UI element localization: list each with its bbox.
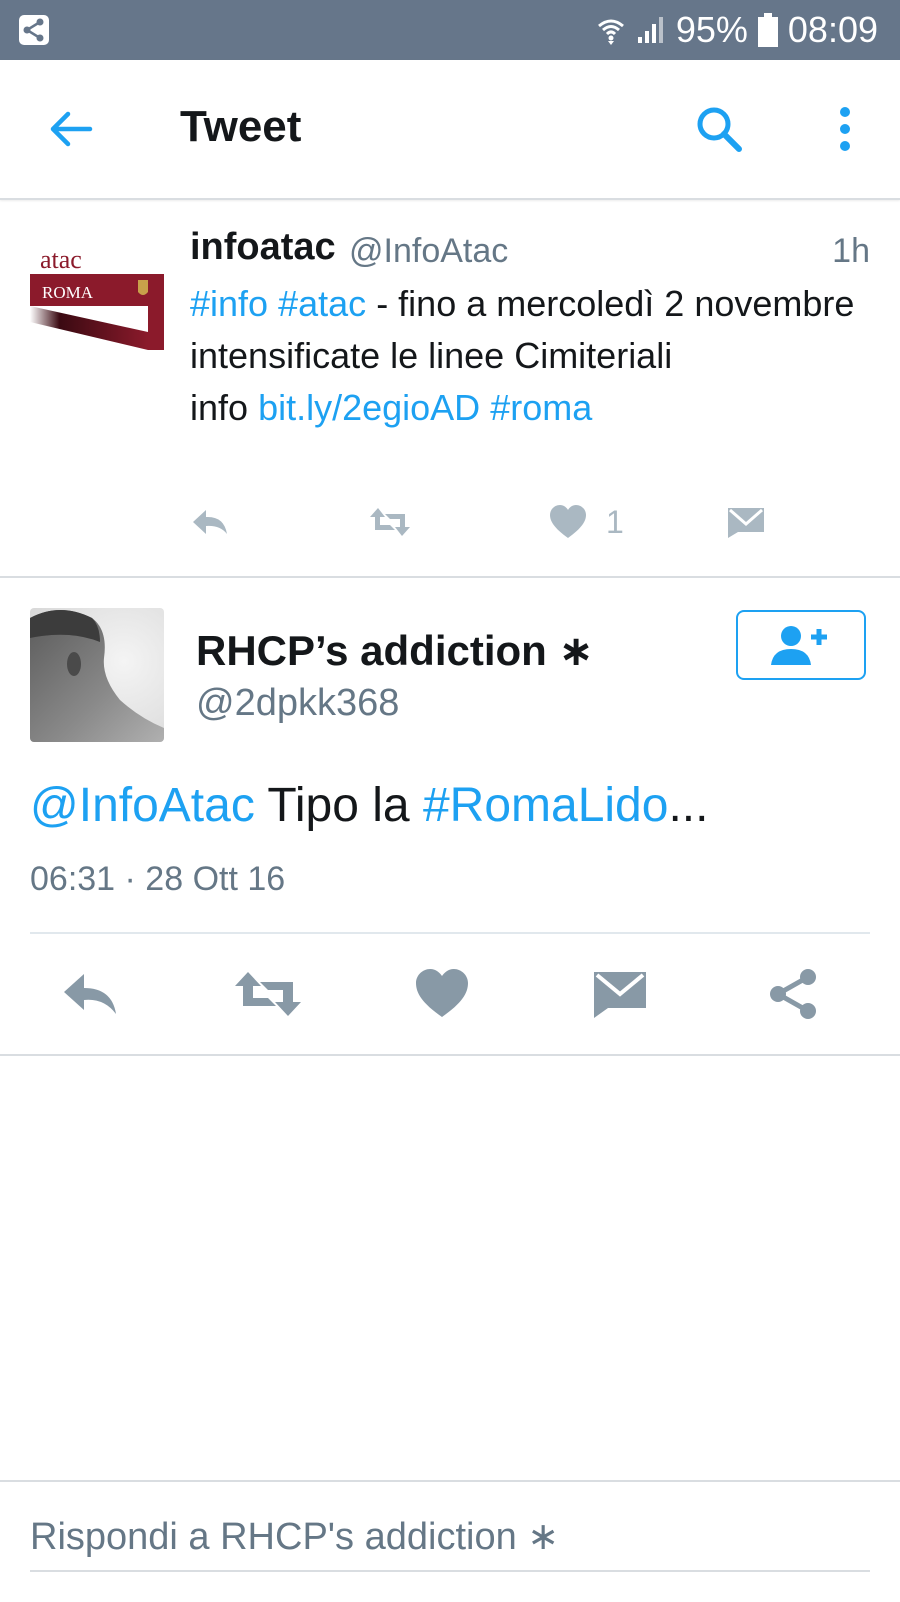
heart-icon <box>550 505 586 538</box>
reply-icon <box>193 510 227 534</box>
author-handle: @2dpkk368 <box>196 682 400 724</box>
hashtag-link[interactable]: #RomaLido <box>423 779 668 832</box>
retweet-button[interactable] <box>368 502 412 542</box>
reply-input[interactable] <box>30 1504 870 1572</box>
signal-icon <box>636 15 666 45</box>
avatar[interactable]: atac ROMA <box>30 236 164 362</box>
battery-percent: 95% <box>675 9 748 50</box>
follow-button[interactable] <box>736 610 866 680</box>
atac-logo-text: atac <box>40 245 82 274</box>
share-icon <box>770 969 816 1019</box>
hashtag-link[interactable]: #roma <box>490 387 592 428</box>
tweet-text-part: Tipo la <box>267 779 410 832</box>
reply-button[interactable] <box>60 968 120 1020</box>
author-name[interactable]: RHCP’s addiction ∗ <box>196 626 594 675</box>
dm-icon <box>594 972 646 1018</box>
clock: 08:09 <box>787 9 878 50</box>
like-count: 1 <box>606 503 624 540</box>
status-bar: 95% 08:09 <box>0 0 900 60</box>
reply-composer <box>0 1480 900 1602</box>
add-user-icon <box>771 626 827 665</box>
back-arrow-icon[interactable] <box>46 105 94 153</box>
wifi-icon <box>596 14 626 46</box>
share-button[interactable] <box>766 968 826 1020</box>
retweet-icon <box>235 972 301 1016</box>
url-link[interactable]: bit.ly/2egioAD <box>258 387 480 428</box>
battery-icon <box>757 13 778 47</box>
tweet-text-ellipsis: ... <box>668 779 709 832</box>
author-name[interactable]: infoatac <box>190 226 336 269</box>
tweet-time: 1h <box>832 232 870 270</box>
mention-link[interactable]: @InfoAtac <box>30 779 255 832</box>
roma-logo-text: ROMA <box>42 283 94 302</box>
tweet-text: @InfoAtac Tipo la #RomaLido... <box>30 778 708 833</box>
like-button[interactable] <box>414 968 474 1020</box>
reply-button[interactable] <box>190 502 230 542</box>
dm-button[interactable] <box>726 502 766 542</box>
hashtag-link[interactable]: #atac <box>278 283 366 324</box>
tweet-text-part: info <box>190 387 249 428</box>
dm-button[interactable] <box>592 968 652 1020</box>
retweet-button[interactable] <box>232 968 304 1020</box>
heart-icon <box>416 969 468 1017</box>
tweet-text: #info #atac - fino a mercoledì 2 novembr… <box>190 278 870 434</box>
tweet-actions: 1 <box>190 502 790 542</box>
app-bar: Tweet <box>0 60 900 200</box>
dm-icon <box>728 508 764 538</box>
more-vertical-icon[interactable] <box>830 104 860 154</box>
like-button[interactable]: 1 <box>548 502 624 542</box>
tweet-list-item[interactable]: atac ROMA infoatac @InfoAtac 1h #info #a… <box>0 200 900 578</box>
page-title: Tweet <box>180 102 302 151</box>
author-handle: @InfoAtac <box>349 232 509 270</box>
tweet-detail-actions <box>0 934 900 1052</box>
tweet-detail: RHCP’s addiction ∗ @2dpkk368 @InfoAtac T… <box>0 578 900 1056</box>
retweet-icon <box>370 508 410 536</box>
search-icon[interactable] <box>694 104 744 154</box>
reply-icon <box>64 974 116 1014</box>
tweet-timestamp: 06:31 · 28 Ott 16 <box>30 860 286 898</box>
share-notification-icon <box>18 14 50 46</box>
avatar[interactable] <box>30 608 164 742</box>
hashtag-link[interactable]: #info <box>190 283 268 324</box>
